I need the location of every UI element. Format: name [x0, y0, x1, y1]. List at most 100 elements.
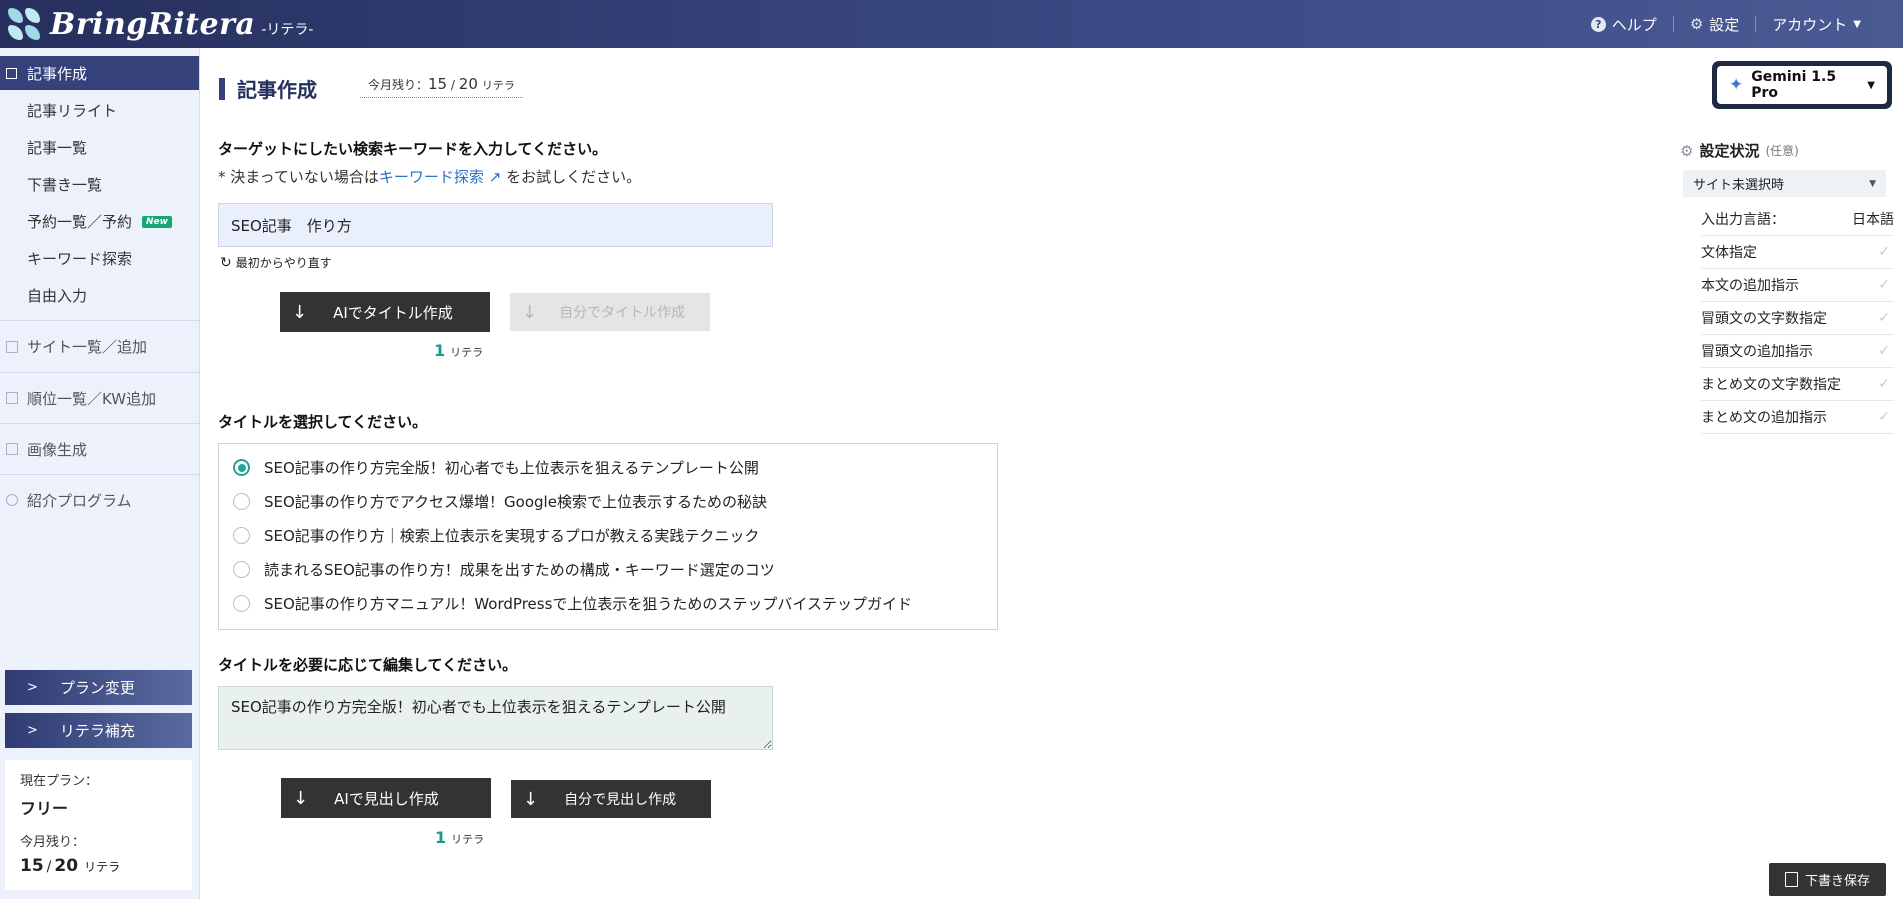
- self-title-button[interactable]: ↓ 自分でタイトル作成: [510, 293, 710, 331]
- site-select[interactable]: サイト未選択時 ▼: [1683, 170, 1886, 197]
- remain-current: 15: [428, 75, 448, 93]
- sidebar-item-free-input[interactable]: 自由入力: [27, 285, 87, 306]
- sparkle-icon: ✦: [1729, 75, 1744, 95]
- sidebar-item-article-list[interactable]: 記事一覧: [27, 137, 87, 158]
- sidebar-item-referral[interactable]: 紹介プログラム: [0, 474, 199, 525]
- gear-icon: ⚙: [1680, 141, 1694, 160]
- sidebar-item-label: サイト一覧／追加: [27, 338, 148, 356]
- select-title-question: タイトルを選択してください。: [218, 413, 428, 431]
- chevron-down-icon: ▼: [1853, 18, 1861, 30]
- arrow-down-icon: ↓: [292, 301, 308, 323]
- option-label: SEO記事の作り方完全版！初心者でも上位表示を狙えるテンプレート公開: [264, 459, 759, 477]
- remain-unit: リテラ: [84, 860, 121, 874]
- sidebar-item-schedule[interactable]: 予約一覧／予約 New: [27, 211, 172, 232]
- sidebar-item-label: 自由入力: [27, 287, 88, 305]
- monthly-remaining: 今月残り：15 / 20 リテラ: [360, 75, 523, 98]
- title-option[interactable]: SEO記事の作り方でアクセス爆増！Google検索で上位表示するための秘訣: [233, 491, 767, 512]
- link-text: キーワード探索: [378, 168, 484, 186]
- check-icon: ✓: [1878, 409, 1890, 425]
- save-draft-button[interactable]: 下書き保存: [1769, 863, 1886, 896]
- keyword-explore-link[interactable]: キーワード探索 ↗: [379, 168, 501, 186]
- account-label: アカウント: [1772, 15, 1848, 34]
- title-accent-bar: [219, 77, 225, 100]
- sidebar-item-label: 記事作成: [27, 64, 88, 83]
- note-text: をお試しください。: [506, 168, 642, 186]
- save-draft-label: 下書き保存: [1804, 874, 1870, 889]
- sidebar-item-label: 下書き一覧: [27, 176, 103, 194]
- sidebar-item-sites[interactable]: サイト一覧／追加: [0, 320, 199, 372]
- radio[interactable]: [233, 493, 250, 510]
- cost-value: 1: [435, 828, 447, 847]
- settings-title: 設定状況: [1699, 142, 1760, 160]
- setting-row[interactable]: 冒頭文の文字数指定 ✓: [1701, 302, 1894, 335]
- sidebar-item-label: キーワード探索: [27, 250, 133, 268]
- logo[interactable]: BringRitera -リテラ-: [6, 6, 313, 42]
- sidebar-item-label: 予約一覧／予約: [27, 213, 133, 231]
- arrow-down-icon: ↓: [522, 301, 538, 323]
- ai-heading-button[interactable]: ↓ AIで見出し作成: [281, 778, 491, 818]
- setting-row[interactable]: 本文の追加指示 ✓: [1701, 269, 1894, 302]
- sidebar-item-rewrite[interactable]: 記事リライト: [27, 100, 117, 121]
- sidebar-item-rankings[interactable]: 順位一覧／KW追加: [0, 372, 199, 423]
- sidebar-item-article-create[interactable]: 記事作成: [0, 56, 199, 90]
- setting-row[interactable]: まとめ文の文字数指定 ✓: [1701, 368, 1894, 401]
- sidebar-item-keyword-explore[interactable]: キーワード探索: [27, 248, 132, 269]
- option-label: SEO記事の作り方｜検索上位表示を実現するプロが教える実践テクニック: [264, 527, 760, 545]
- model-label: Gemini 1.5 Pro: [1751, 69, 1837, 101]
- option-label: SEO記事の作り方マニュアル！WordPressで上位表示を狙うためのステップバ…: [264, 595, 912, 613]
- remain-unit: リテラ: [481, 79, 515, 92]
- title-option[interactable]: SEO記事の作り方｜検索上位表示を実現するプロが教える実践テクニック: [233, 525, 759, 546]
- sidebar-item-image-gen[interactable]: 画像生成: [0, 423, 199, 474]
- sidebar-item-draft-list[interactable]: 下書き一覧: [27, 174, 102, 195]
- sidebar-item-label: 記事一覧: [27, 139, 88, 157]
- cost-unit: リテラ: [451, 833, 485, 846]
- button-label: AIでタイトル作成: [333, 303, 453, 322]
- title-option[interactable]: 読まれるSEO記事の作り方！成果を出すための構成・キーワード選定のコツ: [233, 559, 775, 580]
- account-menu[interactable]: アカウント ▼: [1756, 14, 1877, 35]
- ai-title-button[interactable]: ↓ AIでタイトル作成: [280, 292, 490, 332]
- plan-value: フリー: [20, 799, 69, 818]
- sidebar: 記事作成 記事リライト 記事一覧 下書き一覧 予約一覧／予約 New キーワード…: [0, 48, 200, 899]
- radio[interactable]: [233, 561, 250, 578]
- plan-change-button[interactable]: > プラン変更: [5, 670, 192, 705]
- button-label: 自分で見出し作成: [564, 792, 677, 808]
- help-link[interactable]: ? ヘルプ: [1575, 14, 1673, 35]
- draft-icon: [1784, 872, 1798, 887]
- heading-cost: 1 リテラ: [435, 828, 484, 847]
- settings-status-heading: ⚙ 設定状況 (任意): [1680, 140, 1799, 161]
- check-icon: ✓: [1878, 244, 1890, 260]
- refresh-icon: ↻: [220, 254, 232, 271]
- title-options: SEO記事の作り方完全版！初心者でも上位表示を狙えるテンプレート公開 SEO記事…: [218, 443, 998, 630]
- settings-link[interactable]: ⚙ 設定: [1674, 14, 1755, 35]
- help-icon: ?: [1590, 16, 1606, 32]
- restart-link[interactable]: ↻ 最初からやり直す: [220, 254, 332, 271]
- ritera-refill-button[interactable]: > リテラ補充: [5, 713, 192, 748]
- setting-row[interactable]: まとめ文の追加指示 ✓: [1701, 401, 1894, 434]
- remain-total: 20: [458, 75, 478, 93]
- radio-selected[interactable]: [233, 459, 250, 476]
- setting-row[interactable]: 文体指定 ✓: [1701, 236, 1894, 269]
- remain-count: 15/20 リテラ: [20, 856, 121, 876]
- keyword-input[interactable]: [218, 203, 773, 247]
- arrow-down-icon: ↓: [523, 788, 539, 810]
- note-text: * 決まっていない場合は: [218, 168, 379, 186]
- title-option[interactable]: SEO記事の作り方マニュアル！WordPressで上位表示を狙うためのステップバ…: [233, 593, 912, 614]
- page-title: 記事作成: [219, 74, 317, 103]
- title-edit-field[interactable]: SEO記事の作り方完全版！初心者でも上位表示を狙えるテンプレート公開: [218, 686, 773, 750]
- title-option[interactable]: SEO記事の作り方完全版！初心者でも上位表示を狙えるテンプレート公開: [233, 457, 759, 478]
- setting-value: 日本語: [1852, 212, 1894, 228]
- setting-label: 冒頭文の文字数指定: [1701, 311, 1827, 327]
- top-nav: ? ヘルプ ⚙ 設定 アカウント ▼: [1575, 0, 1877, 48]
- radio[interactable]: [233, 595, 250, 612]
- radio[interactable]: [233, 527, 250, 544]
- chevron-down-icon: ▼: [1867, 79, 1875, 91]
- page-icon: [6, 340, 18, 353]
- ritera-refill-label: リテラ補充: [59, 722, 135, 740]
- setting-row[interactable]: 冒頭文の追加指示 ✓: [1701, 335, 1894, 368]
- setting-io-language[interactable]: 入出力言語： 日本語: [1701, 203, 1894, 236]
- page-title-text: 記事作成: [237, 78, 317, 102]
- people-icon: [6, 494, 18, 506]
- self-heading-button[interactable]: ↓ 自分で見出し作成: [511, 780, 711, 818]
- model-selector[interactable]: ✦ Gemini 1.5 Pro ▼: [1712, 61, 1892, 109]
- chevron-right-icon: >: [27, 680, 38, 695]
